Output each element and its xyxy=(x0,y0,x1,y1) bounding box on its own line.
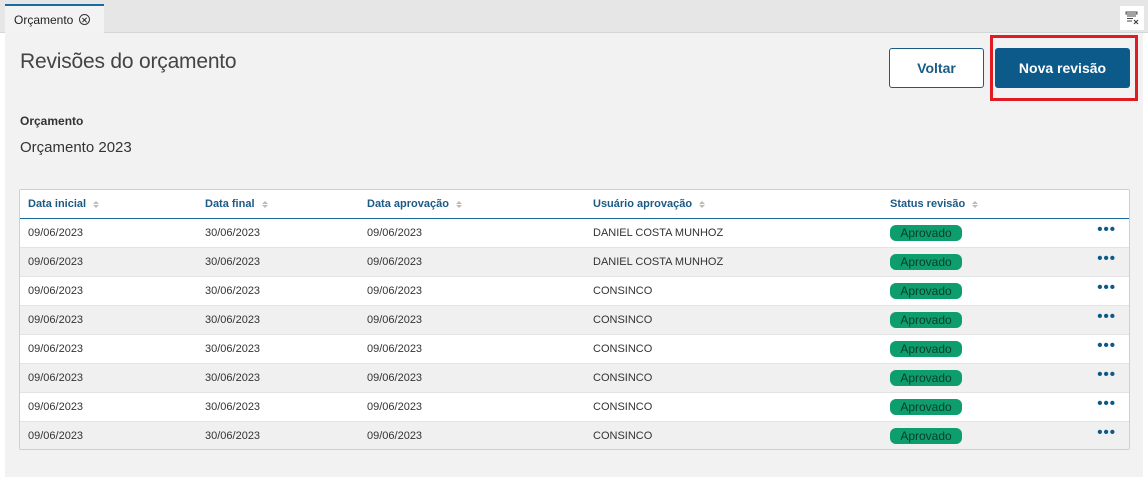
table-cell: CONSINCO xyxy=(593,430,653,442)
table-cell-status: Aprovado xyxy=(890,364,962,392)
table-cell-status: Aprovado xyxy=(890,248,962,276)
status-badge: Aprovado xyxy=(890,283,962,299)
column-header-approval-user[interactable]: Usuário aprovação xyxy=(593,190,706,218)
column-header-approval-date[interactable]: Data aprovação xyxy=(367,190,462,218)
new-revision-button[interactable]: Nova revisão xyxy=(995,48,1130,88)
table-cell: 09/06/2023 xyxy=(367,372,423,384)
sort-icon xyxy=(455,200,462,208)
sort-icon xyxy=(699,200,706,208)
column-header-start-date[interactable]: Data inicial xyxy=(28,190,100,218)
table-cell-status: Aprovado xyxy=(890,393,962,421)
table-row[interactable]: 09/06/2023 30/06/2023 09/06/2023 CONSINCO Ap… xyxy=(20,364,1129,393)
table-cell: 09/06/2023 xyxy=(367,285,423,297)
table-cell: DANIEL COSTA MUNHOZ xyxy=(593,256,724,268)
tab-label: Orçamento xyxy=(14,12,74,27)
back-button[interactable]: Voltar xyxy=(889,48,984,88)
table-row[interactable]: 09/06/2023 30/06/2023 09/06/2023 CONSINCO Ap… xyxy=(20,306,1129,335)
more-horizontal-icon[interactable]: ••• xyxy=(1097,367,1116,382)
table-cell: 09/06/2023 xyxy=(28,314,84,326)
table-cell: 09/06/2023 xyxy=(367,256,423,268)
table-cell: 09/06/2023 xyxy=(367,227,423,239)
table-cell: 09/06/2023 xyxy=(367,430,423,442)
more-horizontal-icon[interactable]: ••• xyxy=(1097,280,1116,295)
budget-field-value: Orçamento 2023 xyxy=(20,139,132,156)
table-cell: 30/06/2023 xyxy=(205,430,261,442)
filter-clear-icon xyxy=(1125,11,1139,25)
more-horizontal-icon[interactable]: ••• xyxy=(1097,338,1116,353)
table-cell: 09/06/2023 xyxy=(367,314,423,326)
table-cell: CONSINCO xyxy=(593,314,653,326)
table-cell: CONSINCO xyxy=(593,372,653,384)
table-row[interactable]: 09/06/2023 30/06/2023 09/06/2023 CONSINCO Ap… xyxy=(20,422,1129,449)
table-cell-status: Aprovado xyxy=(890,422,962,449)
more-horizontal-icon[interactable]: ••• xyxy=(1097,425,1116,440)
table-cell: CONSINCO xyxy=(593,285,653,297)
tab-bar: Orçamento xyxy=(0,0,1148,33)
table-cell: 09/06/2023 xyxy=(367,343,423,355)
table-cell: 30/06/2023 xyxy=(205,343,261,355)
more-horizontal-icon[interactable]: ••• xyxy=(1097,251,1116,266)
table-cell: DANIEL COSTA MUNHOZ xyxy=(593,227,724,239)
status-badge: Aprovado xyxy=(890,428,962,444)
sort-icon xyxy=(972,200,979,208)
status-badge: Aprovado xyxy=(890,399,962,415)
table-cell: 30/06/2023 xyxy=(205,227,261,239)
table-row[interactable]: 09/06/2023 30/06/2023 09/06/2023 CONSINCO Ap… xyxy=(20,277,1129,306)
table-row[interactable]: 09/06/2023 30/06/2023 09/06/2023 CONSINCO Ap… xyxy=(20,393,1129,422)
filter-clear-button[interactable] xyxy=(1120,6,1144,30)
table-cell: 09/06/2023 xyxy=(28,372,84,384)
column-header-end-date[interactable]: Data final xyxy=(205,190,268,218)
column-header-revision-status[interactable]: Status revisão xyxy=(890,190,979,218)
page-content: Revisões do orçamento Voltar Nova revisã… xyxy=(5,33,1143,477)
table-cell: 09/06/2023 xyxy=(28,401,84,413)
table-cell: 09/06/2023 xyxy=(28,285,84,297)
table-cell: 30/06/2023 xyxy=(205,314,261,326)
close-icon[interactable] xyxy=(79,14,91,25)
table-cell: 09/06/2023 xyxy=(28,430,84,442)
table-cell: 09/06/2023 xyxy=(28,227,84,239)
status-badge: Aprovado xyxy=(890,312,962,328)
table-row[interactable]: 09/06/2023 30/06/2023 09/06/2023 DANIEL COS… xyxy=(20,248,1129,277)
budget-field-label: Orçamento xyxy=(20,114,84,128)
more-horizontal-icon[interactable]: ••• xyxy=(1097,222,1116,237)
revisions-table: Data inicial Data final Data aprovação U… xyxy=(19,189,1130,450)
table-cell: 09/06/2023 xyxy=(28,256,84,268)
table-cell: 30/06/2023 xyxy=(205,285,261,297)
table-cell: CONSINCO xyxy=(593,343,653,355)
page-title: Revisões do orçamento xyxy=(20,50,237,73)
tab-orcamento[interactable]: Orçamento xyxy=(5,4,104,33)
table-cell: 30/06/2023 xyxy=(205,372,261,384)
table-cell: 30/06/2023 xyxy=(205,401,261,413)
table-cell-status: Aprovado xyxy=(890,277,962,305)
sort-icon xyxy=(93,200,100,208)
more-horizontal-icon[interactable]: ••• xyxy=(1097,396,1116,411)
table-cell-status: Aprovado xyxy=(890,306,962,334)
table-cell-status: Aprovado xyxy=(890,219,962,247)
status-badge: Aprovado xyxy=(890,341,962,357)
table-cell: 09/06/2023 xyxy=(28,343,84,355)
status-badge: Aprovado xyxy=(890,370,962,386)
more-horizontal-icon[interactable]: ••• xyxy=(1097,309,1116,324)
table-cell-status: Aprovado xyxy=(890,335,962,363)
table-cell: 09/06/2023 xyxy=(367,401,423,413)
table-cell: CONSINCO xyxy=(593,401,653,413)
table-header: Data inicial Data final Data aprovação U… xyxy=(20,190,1129,219)
table-row[interactable]: 09/06/2023 30/06/2023 09/06/2023 DANIEL COS… xyxy=(20,219,1129,248)
table-cell: 30/06/2023 xyxy=(205,256,261,268)
status-badge: Aprovado xyxy=(890,225,962,241)
table-body: 09/06/2023 30/06/2023 09/06/2023 DANIEL COS… xyxy=(20,219,1129,449)
sort-icon xyxy=(261,200,268,208)
table-row[interactable]: 09/06/2023 30/06/2023 09/06/2023 CONSINCO Ap… xyxy=(20,335,1129,364)
status-badge: Aprovado xyxy=(890,254,962,270)
